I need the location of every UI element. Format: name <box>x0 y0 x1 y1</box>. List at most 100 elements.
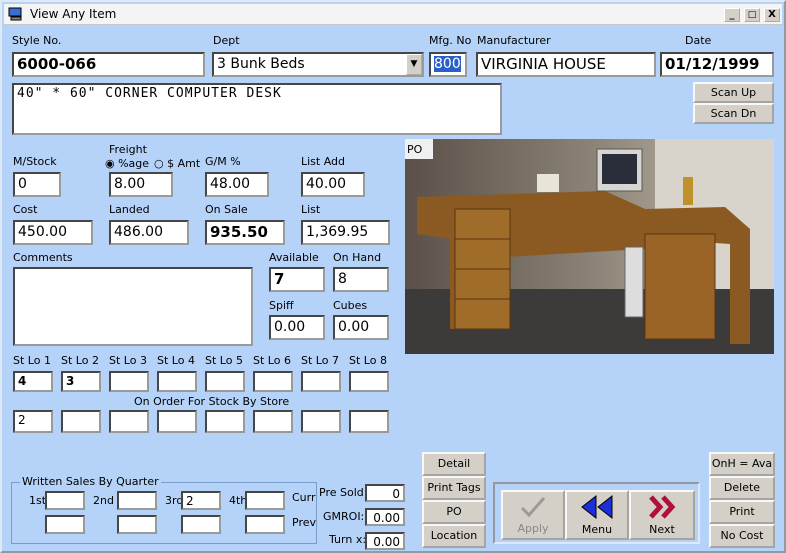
gmroi-field[interactable]: 0.00 <box>365 508 405 526</box>
q3-curr-field[interactable]: 2 <box>181 491 221 510</box>
store-stock-field-6[interactable] <box>253 371 293 392</box>
q2-label: 2nd <box>93 494 114 507</box>
store-on-order-field-2[interactable] <box>61 410 101 433</box>
store-stock-field-3[interactable] <box>109 371 149 392</box>
list-label: List <box>301 203 321 216</box>
available-label: Available <box>269 251 319 264</box>
comments-label: Comments <box>13 251 73 264</box>
freight-amt-radio[interactable]: ○ $ Amt <box>154 157 200 170</box>
mfg-no-field[interactable]: 800 <box>429 52 467 77</box>
app-icon <box>8 7 22 21</box>
q3-prev-field[interactable] <box>181 515 221 534</box>
store-label-7: St Lo 7 <box>301 354 339 367</box>
list-add-field[interactable]: 40.00 <box>301 172 365 197</box>
po-button[interactable]: PO <box>422 500 486 524</box>
chevron-down-icon[interactable]: ▼ <box>406 54 422 75</box>
store-label-5: St Lo 5 <box>205 354 243 367</box>
on-hand-field[interactable]: 8 <box>333 267 389 292</box>
store-label-2: St Lo 2 <box>61 354 99 367</box>
location-button[interactable]: Location <box>422 524 486 548</box>
checkmark-icon <box>520 497 546 518</box>
available-field[interactable]: 7 <box>269 267 325 292</box>
back-arrow-icon <box>581 494 613 520</box>
cost-field[interactable]: 450.00 <box>13 220 93 245</box>
pre-sold-field[interactable]: 0 <box>365 484 405 502</box>
turn-label: Turn x: <box>329 533 367 546</box>
store-stock-field-4[interactable] <box>157 371 197 392</box>
next-button[interactable]: Next <box>629 490 695 540</box>
onh-ava-button[interactable]: OnH = Ava <box>709 452 775 476</box>
delete-button[interactable]: Delete <box>709 476 775 500</box>
store-stock-field-7[interactable] <box>301 371 341 392</box>
prev-label: Prev <box>292 516 316 529</box>
scan-up-button[interactable]: Scan Up <box>693 82 774 103</box>
manufacturer-field[interactable]: VIRGINIA HOUSE <box>476 52 656 77</box>
amt-label: $ Amt <box>167 157 201 170</box>
store-label-1: St Lo 1 <box>13 354 51 367</box>
dept-label: Dept <box>213 34 240 47</box>
store-stock-field-5[interactable] <box>205 371 245 392</box>
list-field[interactable]: 1,369.95 <box>301 220 390 245</box>
store-stock-field-1[interactable]: 4 <box>13 371 53 392</box>
style-no-label: Style No. <box>12 34 62 47</box>
maximize-button[interactable]: □ <box>744 8 760 22</box>
store-label-8: St Lo 8 <box>349 354 387 367</box>
manufacturer-label: Manufacturer <box>477 34 551 47</box>
store-on-order-field-8[interactable] <box>349 410 389 433</box>
forward-arrow-icon <box>649 495 676 519</box>
spiff-field[interactable]: 0.00 <box>269 315 325 340</box>
turn-field[interactable]: 0.00 <box>365 532 405 550</box>
mfg-no-value: 800 <box>434 56 461 72</box>
q4-prev-field[interactable] <box>245 515 285 534</box>
on-order-label: On Order For Stock By Store <box>134 395 290 408</box>
spiff-label: Spiff <box>269 299 294 312</box>
store-on-order-field-7[interactable] <box>301 410 341 433</box>
window-title: View Any Item <box>30 7 117 21</box>
landed-field[interactable]: 486.00 <box>109 220 189 245</box>
q4-curr-field[interactable] <box>245 491 285 510</box>
on-hand-label: On Hand <box>333 251 382 264</box>
store-on-order-field-6[interactable] <box>253 410 293 433</box>
style-no-field[interactable]: 6000-066 <box>12 52 205 77</box>
list-add-label: List Add <box>301 155 346 168</box>
close-button[interactable]: X <box>764 8 780 22</box>
date-field[interactable]: 01/12/1999 <box>660 52 774 77</box>
freight-pct-radio[interactable]: ◉ %age <box>105 157 149 170</box>
cubes-field[interactable]: 0.00 <box>333 315 389 340</box>
store-on-order-field-1[interactable]: 2 <box>13 410 53 433</box>
store-on-order-field-5[interactable] <box>205 410 245 433</box>
gm-field[interactable]: 48.00 <box>205 172 269 197</box>
q1-curr-field[interactable] <box>45 491 85 510</box>
scan-down-button[interactable]: Scan Dn <box>693 103 774 124</box>
no-cost-button[interactable]: No Cost <box>709 524 775 548</box>
cubes-label: Cubes <box>333 299 368 312</box>
mfg-no-label: Mfg. No <box>429 34 472 47</box>
q2-prev-field[interactable] <box>117 515 157 534</box>
dept-select[interactable]: 3 Bunk Beds ▼ <box>212 52 424 77</box>
description-field[interactable]: 40" * 60" CORNER COMPUTER DESK <box>12 83 502 135</box>
menu-button[interactable]: Menu <box>565 490 629 540</box>
freight-field[interactable]: 8.00 <box>109 172 173 197</box>
store-on-order-field-4[interactable] <box>157 410 197 433</box>
minimize-button[interactable]: _ <box>724 8 740 22</box>
q1-label: 1st <box>29 494 47 507</box>
on-sale-field[interactable]: 935.50 <box>205 220 285 245</box>
store-label-4: St Lo 4 <box>157 354 195 367</box>
apply-button[interactable]: Apply <box>501 490 565 540</box>
store-on-order-field-3[interactable] <box>109 410 149 433</box>
product-photo: PO <box>405 139 774 354</box>
comments-field[interactable] <box>13 267 253 346</box>
store-label-3: St Lo 3 <box>109 354 147 367</box>
pre-sold-label: Pre Sold: <box>319 486 368 499</box>
q2-curr-field[interactable] <box>117 491 157 510</box>
gm-label: G/M % <box>205 155 241 168</box>
mstock-field[interactable]: 0 <box>13 172 61 197</box>
store-stock-field-8[interactable] <box>349 371 389 392</box>
freight-label: Freight <box>109 143 147 156</box>
detail-button[interactable]: Detail <box>422 452 486 476</box>
q1-prev-field[interactable] <box>45 515 85 534</box>
print-button[interactable]: Print <box>709 500 775 524</box>
print-tags-button[interactable]: Print Tags <box>422 476 486 500</box>
dept-value: 3 Bunk Beds <box>217 56 305 72</box>
store-stock-field-2[interactable]: 3 <box>61 371 101 392</box>
